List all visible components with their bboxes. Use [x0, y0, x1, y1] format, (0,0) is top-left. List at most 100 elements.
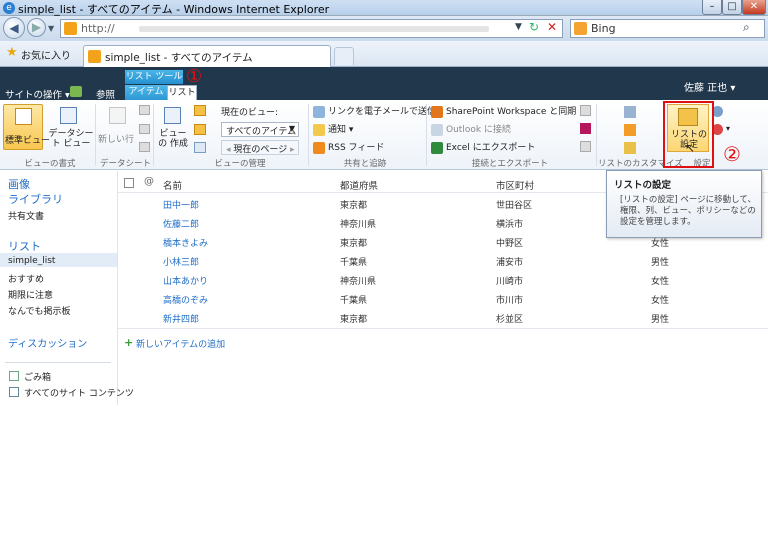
nav-shared-docs[interactable]: 共有文書 [8, 209, 44, 222]
item-name-link[interactable]: 高橋のぞみ [163, 293, 208, 306]
alert-label: 通知 [328, 125, 347, 135]
outlook-label: Outlook に接続 [446, 125, 511, 135]
column-header-prefecture[interactable]: 都道府県 [340, 178, 378, 192]
browser-tab[interactable]: simple_list - すべてのアイテム [83, 45, 331, 67]
export-excel-button[interactable]: Excel にエクスポート [431, 140, 535, 154]
edit-list-icon[interactable] [624, 124, 636, 136]
select-all-checkbox[interactable] [124, 178, 134, 188]
address-dropdown-icon[interactable]: ▼ [515, 22, 522, 32]
group-connect-export-label: 接続とエクスポート [471, 159, 549, 169]
nav-board[interactable]: なんでも掲示板 [8, 304, 71, 317]
user-name: 佐藤 正也 [684, 83, 728, 94]
forward-arrow-icon[interactable]: ▶ [27, 18, 46, 37]
nav-simple-list[interactable]: simple_list [8, 256, 55, 266]
favorites-star-icon[interactable]: ★ [6, 45, 18, 60]
nav-images[interactable]: 画像 [8, 176, 30, 192]
item-name-link[interactable]: 小林三郎 [163, 255, 199, 268]
new-quick-step-icon[interactable] [624, 142, 636, 154]
current-view-select[interactable]: すべてのアイテム ▼ [221, 122, 299, 137]
sharepoint-header [0, 67, 768, 100]
excel-icon [431, 141, 443, 154]
task-pane-icon[interactable] [139, 142, 150, 152]
maximize-button[interactable]: □ [722, 0, 742, 15]
workflow-dropdown-icon[interactable]: ▾ [726, 124, 730, 133]
access-icon[interactable] [580, 123, 591, 134]
search-input[interactable]: Bing ⌕ [570, 19, 765, 38]
datasheet-view-icon [60, 107, 77, 124]
back-arrow-icon[interactable]: ◀ [3, 17, 25, 39]
tab-browse[interactable]: 参照 [96, 87, 115, 101]
user-menu[interactable]: 佐藤 正也 ▾ [684, 79, 735, 94]
standard-view-label: 標準ビュー [5, 136, 51, 146]
create-column-icon[interactable] [194, 124, 206, 135]
outlook-icon [431, 123, 443, 136]
sync-workspace-button[interactable]: SharePoint Workspace と同期 [431, 104, 576, 118]
list-settings-tooltip: リストの設定 [リストの設定] ページに移動して、権限、列、ビュー、ポリシーなど… [606, 170, 762, 238]
form-web-parts-icon[interactable] [624, 106, 636, 118]
new-row-icon [109, 107, 126, 124]
datasheet-view-label: データシート ビュー [48, 129, 94, 149]
item-name-link[interactable]: 山本あかり [163, 274, 208, 287]
address-toolbar: ◀ ▶ ▼ http:// ▼ ↻ ✕ Bing ⌕ [0, 16, 768, 41]
show-totals-icon[interactable] [139, 105, 150, 115]
next-page-icon[interactable]: ▸ [287, 145, 295, 155]
item-city: 市川市 [496, 296, 524, 306]
refresh-data-icon[interactable] [139, 124, 150, 134]
nav-discussions[interactable]: ディスカッション [8, 335, 87, 350]
visio-icon[interactable] [580, 105, 591, 116]
item-name-link[interactable]: 橋本きよみ [163, 236, 208, 249]
item-prefecture: 千葉県 [340, 296, 368, 306]
tab-items[interactable]: アイテム [125, 85, 167, 101]
nav-all-content[interactable]: すべてのサイト コンテンツ [24, 386, 134, 399]
column-header-city[interactable]: 市区町村 [496, 178, 534, 192]
alert-me-button[interactable]: 通知 ▾ [313, 122, 353, 136]
annotation-step-two: ② [723, 142, 741, 166]
column-header-name[interactable]: 名前 [163, 178, 182, 192]
group-manage-views-label: ビューの管理 [214, 159, 266, 169]
create-view-button[interactable]: ビューの 作成 [156, 104, 190, 152]
nav-recycle-bin[interactable]: ごみ箱 [24, 370, 51, 383]
rss-feed-button[interactable]: RSS フィード [313, 140, 384, 154]
connect-outlook-button[interactable]: Outlook に接続 [431, 122, 511, 136]
tab-list[interactable]: リスト [167, 85, 197, 101]
item-name-link[interactable]: 新井四郎 [163, 312, 199, 325]
site-actions-menu[interactable]: サイトの操作 ▾ [5, 87, 70, 101]
new-row-button[interactable]: 新しい行 [98, 104, 138, 150]
current-page-nav[interactable]: ◂ 現在のページ ▸ [221, 140, 299, 155]
nav-deadline[interactable]: 期限に注意 [8, 288, 53, 301]
datasheet-view-button[interactable]: データシート ビュー [46, 104, 96, 150]
email-link-button[interactable]: リンクを電子メールで送信 [313, 104, 436, 118]
project-icon[interactable] [580, 141, 591, 152]
search-icon[interactable]: ⌕ [743, 20, 750, 35]
item-city: 中野区 [496, 239, 524, 249]
item-name-link[interactable]: 田中一郎 [163, 198, 199, 211]
tab-title: simple_list - すべてのアイテム [105, 52, 253, 64]
ribbon-separator [308, 104, 309, 166]
item-name-link[interactable]: 佐藤二郎 [163, 217, 199, 230]
nav-lists[interactable]: リスト [8, 238, 41, 254]
new-row-label: 新しい行 [98, 135, 135, 145]
close-window-button[interactable]: ✕ [742, 0, 766, 15]
nav-libraries[interactable]: ライブラリ [8, 191, 63, 207]
address-input[interactable]: http:// ▼ ↻ ✕ [60, 19, 563, 38]
item-city: 浦安市 [496, 258, 524, 268]
url-text: http:// [81, 22, 115, 35]
navigate-up-icon[interactable] [70, 86, 82, 97]
modify-view-icon[interactable] [194, 105, 206, 116]
favorites-button[interactable]: お気に入り [21, 47, 71, 62]
history-dropdown-icon[interactable]: ▼ [48, 24, 54, 33]
minimize-button[interactable]: – [702, 0, 722, 15]
ie-logo-icon: e [3, 2, 15, 14]
nav-recommend[interactable]: おすすめ [8, 272, 44, 285]
recycle-bin-icon [9, 371, 19, 381]
nav-divider [5, 362, 111, 363]
bing-logo-icon [574, 22, 587, 35]
standard-view-button[interactable]: 標準ビュー [3, 104, 50, 150]
ribbon-separator [153, 104, 154, 166]
stop-icon[interactable]: ✕ [547, 20, 557, 34]
navigate-up-view-icon[interactable] [194, 142, 206, 153]
new-tab-button[interactable] [334, 47, 354, 65]
refresh-icon[interactable]: ↻ [529, 20, 539, 34]
favorites-bar: ★ お気に入り simple_list - すべてのアイテム [0, 41, 768, 67]
add-new-item-link[interactable]: 新しいアイテムの追加 [136, 337, 225, 350]
